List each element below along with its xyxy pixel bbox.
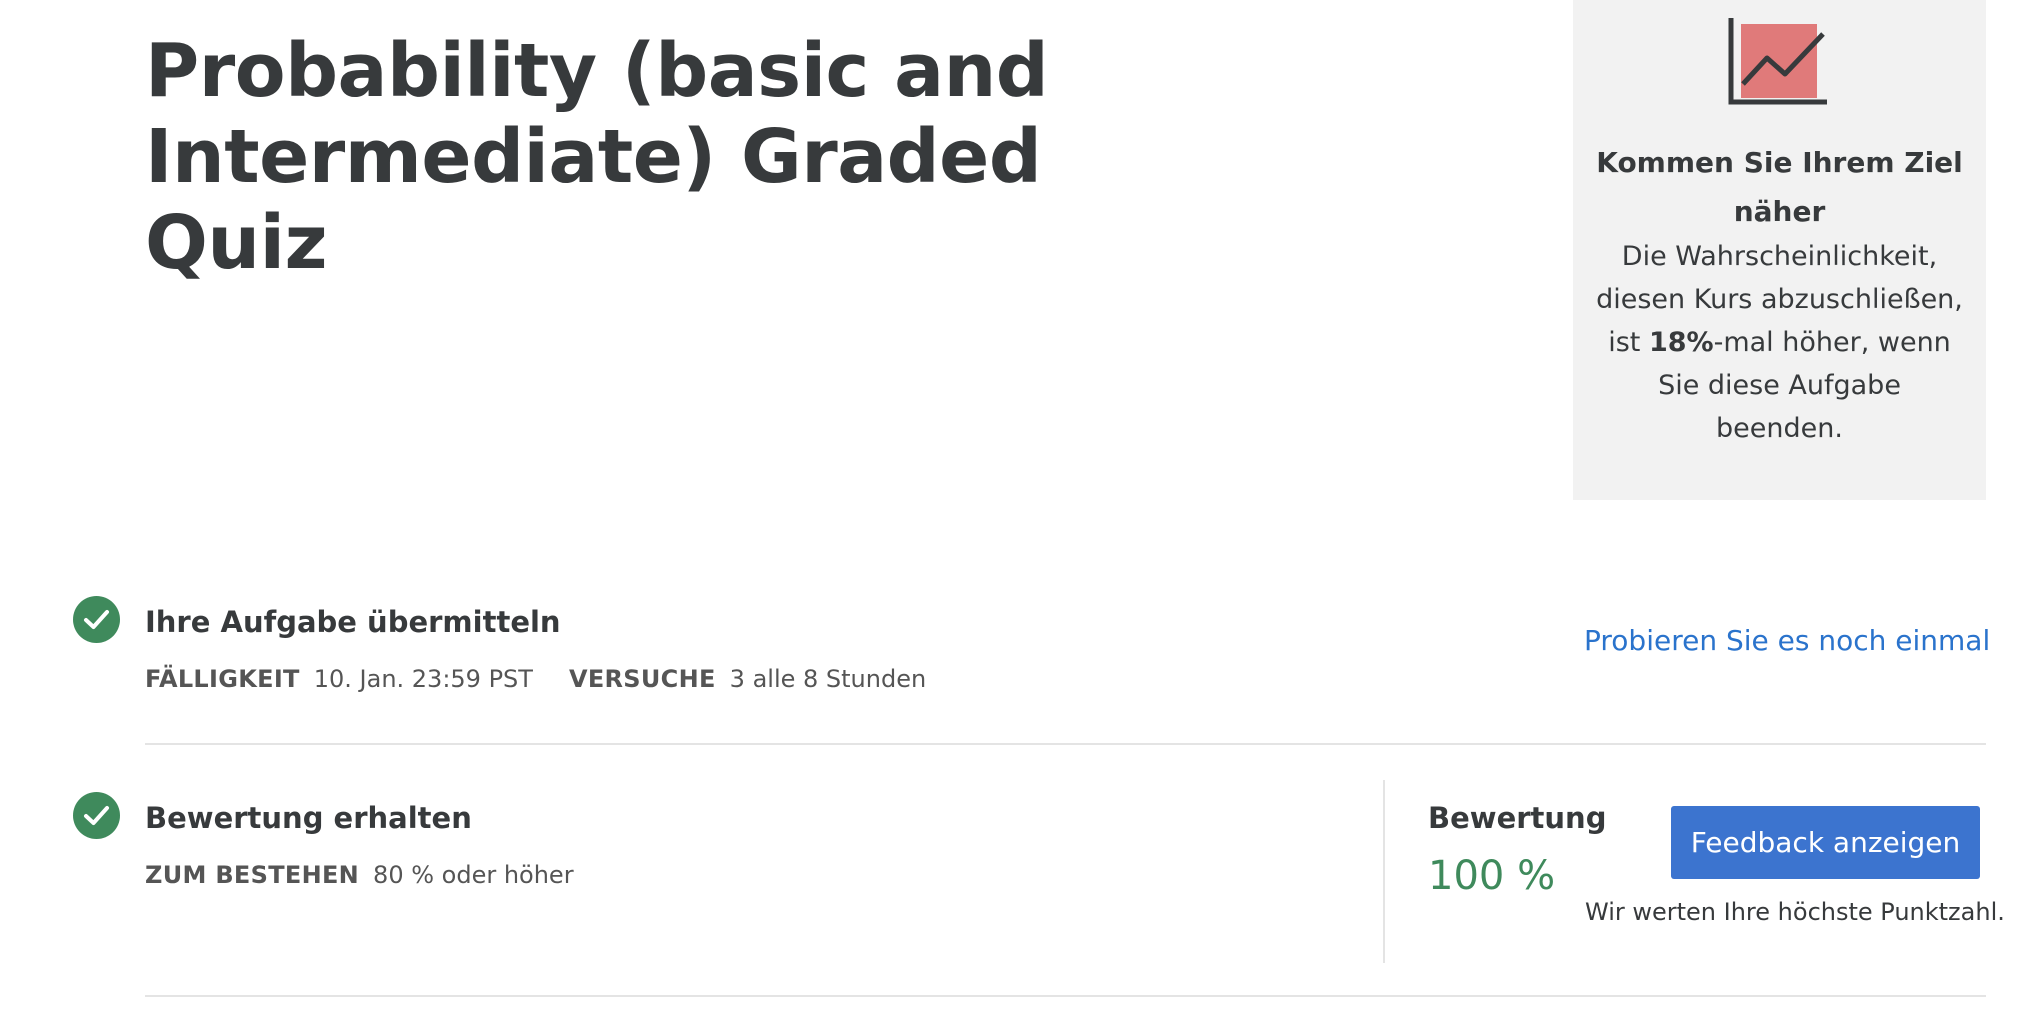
promo-text: Die Wahrscheinlichkeit, diesen Kurs abzu…	[1593, 235, 1966, 450]
submit-step-meta: FÄLLIGKEIT 10. Jan. 23:59 PST VERSUCHE 3 al…	[145, 663, 962, 695]
divider	[145, 995, 1986, 997]
promo-highlight: 18%	[1648, 327, 1714, 358]
goal-promo-panel: Kommen Sie Ihrem Ziel näher Die Wahrsche…	[1573, 0, 1986, 500]
divider	[145, 743, 1986, 745]
due-value: 10. Jan. 23:59 PST	[313, 665, 533, 693]
pass-value: 80 % oder höher	[373, 861, 574, 889]
grade-value: 100 %	[1428, 853, 1556, 899]
grade-step-title: Bewertung erhalten	[145, 801, 472, 835]
page-title: Probability (basic and Intermediate) Gra…	[145, 28, 1049, 286]
check-circle-icon	[73, 792, 120, 839]
attempts-label: VERSUCHE	[568, 665, 716, 693]
grade-label: Bewertung	[1428, 801, 1607, 835]
quiz-page: Probability (basic and Intermediate) Gra…	[0, 0, 2040, 1020]
vertical-divider	[1383, 780, 1385, 963]
highest-score-note: Wir werten Ihre höchste Punktzahl.	[1585, 898, 2005, 926]
due-label: FÄLLIGKEIT	[145, 665, 300, 693]
grade-step-meta: ZUM BESTEHEN 80 % oder höher	[145, 859, 610, 891]
retry-link[interactable]: Probieren Sie es noch einmal	[1584, 623, 1990, 659]
pass-label: ZUM BESTEHEN	[145, 861, 360, 889]
chart-growth-icon	[1728, 18, 1827, 105]
submit-step-title: Ihre Aufgabe übermitteln	[145, 605, 561, 639]
attempts-value: 3 alle 8 Stunden	[729, 665, 927, 693]
promo-heading: Kommen Sie Ihrem Ziel näher	[1596, 146, 1963, 228]
check-circle-icon	[73, 596, 120, 643]
view-feedback-button[interactable]: Feedback anzeigen	[1671, 806, 1980, 879]
